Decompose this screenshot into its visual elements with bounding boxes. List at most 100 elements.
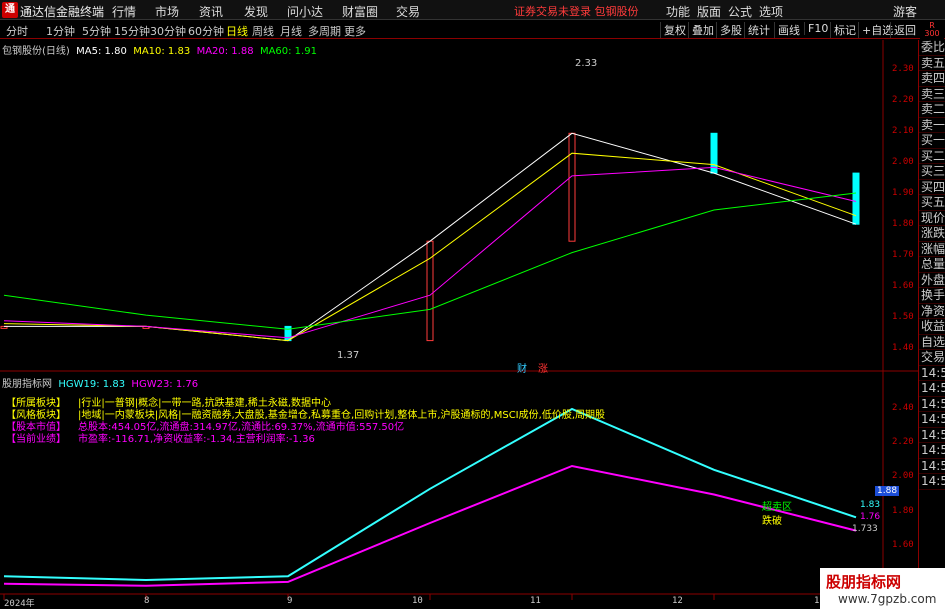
y-tick: 1.60 [892,281,914,291]
x-tick: 1 [814,596,820,606]
app-title: 通达信金融终端 [20,5,105,19]
restore-rights-button[interactable]: 复权 [660,22,689,38]
ind-y-tick: 1.60 [892,540,914,550]
menu-item-news[interactable]: 资讯 [199,3,223,20]
multi-stock-button[interactable]: 多股 [716,22,745,38]
panel-item[interactable]: 涨幅 [919,242,945,257]
stock-name: 包钢股份(日线) [2,46,70,57]
finance-marker[interactable]: 财 [517,360,527,375]
panel-time: 14:56 [919,458,945,474]
candle[interactable] [852,172,860,225]
ma10-label: MA10: 1.83 [133,46,191,57]
low-price-label: 1.37 [337,350,360,361]
hgw23-end-value: 1.76 [860,512,881,522]
x-tick: 8 [144,596,150,606]
panel-time: 14:56 [919,427,945,443]
period-monthly[interactable]: 月线 [280,23,302,39]
ind-y-tick: 2.20 [892,437,914,447]
panel-time: 14:56 [919,396,945,412]
panel-item[interactable]: 交易 [919,350,945,366]
period-multi[interactable]: 多周期 [308,23,341,39]
x-tick: 9 [287,596,293,606]
indicator-name: 股朋指标网 [2,379,52,390]
ind-y-tick: 2.40 [892,403,914,413]
hgw23-label: HGW23: 1.76 [131,379,199,390]
panel-item[interactable]: 涨跌 [919,226,945,242]
rights-indicator[interactable]: R 300 [920,22,944,39]
menu-bar: 通 通达信金融终端 行情 市场 资讯 发现 问小达 财富圈 交易 证券交易未登录… [0,0,945,20]
f10-button[interactable]: F10 [804,22,831,35]
main-chart-legend: 包钢股份(日线) MA5: 1.80 MA10: 1.83 MA20: 1.88… [2,42,317,57]
panel-item[interactable]: 买五 [919,195,945,211]
current-value-badge: 1.88 [875,486,900,496]
rise-marker[interactable]: 涨 [538,360,548,375]
period-weekly[interactable]: 周线 [252,23,274,39]
indicator-legend: 股朋指标网 HGW19: 1.83 HGW23: 1.76 [2,375,198,390]
menu-options[interactable]: 选项 [759,3,783,20]
back-button[interactable]: 返回 [890,22,919,38]
y-tick: 2.10 [892,126,914,136]
candle[interactable] [426,240,434,342]
menu-item-quotes[interactable]: 行情 [112,3,136,20]
menu-function[interactable]: 功能 [666,3,690,20]
period-5min[interactable]: 5分钟 [82,23,111,39]
y-tick: 2.30 [892,64,914,74]
panel-item[interactable]: 总量 [919,257,945,273]
panel-item[interactable]: 收益 [919,319,945,335]
period-toolbar: 分时 1分钟 5分钟 15分钟 30分钟 60分钟 日线 周线 月线 多周期 更… [0,20,945,39]
period-more[interactable]: 更多 [344,23,366,39]
menu-item-wealth[interactable]: 财富圈 [342,3,378,20]
stats-button[interactable]: 统计 [744,22,773,38]
overlay-button[interactable]: 叠加 [688,22,717,38]
panel-item[interactable]: 买四 [919,180,945,195]
menu-item-market[interactable]: 市场 [155,3,179,20]
menu-formula[interactable]: 公式 [728,3,752,20]
y-tick: 1.70 [892,250,914,260]
panel-item[interactable]: 现价 [919,211,945,226]
y-tick: 1.90 [892,188,914,198]
period-1min[interactable]: 1分钟 [46,23,75,39]
app-logo-icon: 通 [2,2,18,18]
period-timeline[interactable]: 分时 [6,23,28,39]
y-tick: 2.00 [892,157,914,167]
panel-time: 14:56 [919,412,945,428]
panel-item[interactable]: 卖二 [919,102,945,118]
ma-line-ma60 [3,192,857,330]
menu-item-trade[interactable]: 交易 [396,3,420,20]
panel-item[interactable]: 换手 [919,288,945,304]
panel-item[interactable]: 卖五 [919,56,945,71]
panel-item[interactable]: 买一 [919,133,945,149]
panel-item[interactable]: 委比 [919,40,945,56]
panel-item[interactable]: 自选 [919,335,945,350]
panel-item[interactable]: 外盘 [919,273,945,288]
y-tick: 1.80 [892,219,914,229]
panel-item[interactable]: 净资 [919,304,945,319]
y-tick: 2.20 [892,95,914,105]
panel-item[interactable]: 买三 [919,164,945,180]
menu-item-ask[interactable]: 问小达 [287,3,323,20]
info-line-text: 市盈率:-116.71,净资收益率:-1.34,主营利润率:-1.36 [78,434,315,445]
draw-line-button[interactable]: 画线 [774,22,803,38]
panel-item[interactable]: 买二 [919,149,945,164]
period-30min[interactable]: 30分钟 [150,23,186,39]
panel-time: 14:56 [919,365,945,381]
panel-item[interactable]: 卖一 [919,118,945,133]
panel-time: 14:56 [919,443,945,459]
period-60min[interactable]: 60分钟 [188,23,224,39]
y-tick: 1.40 [892,343,914,353]
menu-item-discover[interactable]: 发现 [244,3,268,20]
menu-guest[interactable]: 游客 [893,3,917,20]
ma5-label: MA5: 1.80 [76,46,127,57]
login-warning[interactable]: 证券交易未登录 包钢股份 [514,3,639,19]
low-end-value: 1.733 [852,524,878,534]
watermark-banner: 股朋指标网 www.7gpzb.com [820,568,945,609]
period-15min[interactable]: 15分钟 [114,23,150,39]
panel-item[interactable]: 卖三 [919,87,945,102]
mark-button[interactable]: 标记 [830,22,859,38]
y-tick: 1.50 [892,312,914,322]
panel-item[interactable]: 卖四 [919,71,945,87]
period-daily[interactable]: 日线 [226,23,248,39]
ma-line-ma10 [3,152,857,342]
menu-layout[interactable]: 版面 [697,3,721,20]
candle[interactable] [568,132,576,242]
